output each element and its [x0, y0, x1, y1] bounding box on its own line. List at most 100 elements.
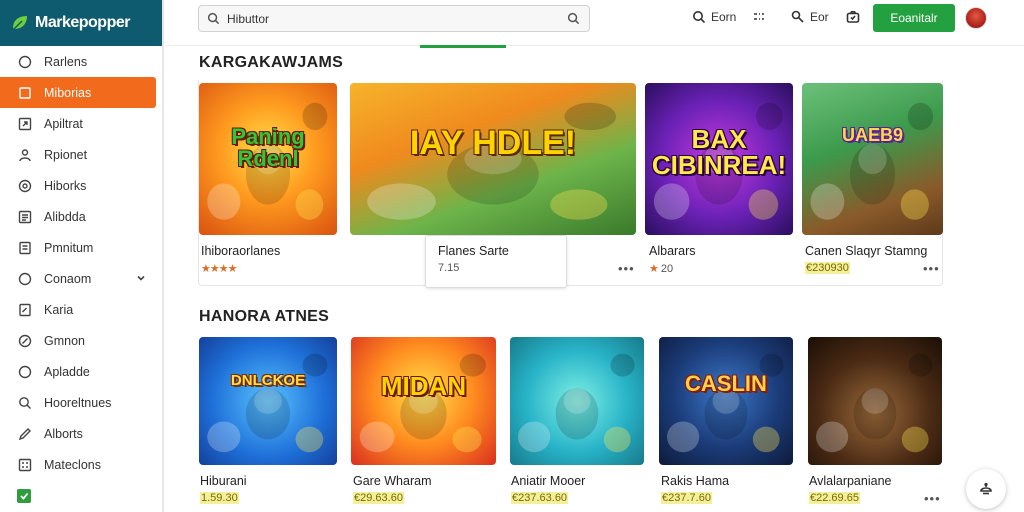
sidebar-item[interactable]: Conaom: [0, 263, 162, 294]
game-title[interactable]: Flanes Sarte: [438, 244, 509, 258]
game-card[interactable]: CASLIN Rakis Hama €237.7.60: [659, 337, 793, 512]
sidebar-item[interactable]: Pmnitum: [0, 232, 162, 263]
sidebar-item-label: Apladde: [44, 364, 90, 379]
search-input[interactable]: [221, 11, 567, 26]
sidebar-item-label: Conaom: [44, 271, 92, 286]
game-card[interactable]: Aniatir Mooer €237.63.60: [510, 337, 644, 512]
game-title[interactable]: Ihiboraorlanes: [201, 244, 280, 258]
game-title[interactable]: Hiburani: [200, 474, 247, 488]
circle-icon: [17, 271, 32, 286]
search-submit-icon[interactable]: [567, 12, 581, 26]
sidebar-item[interactable]: Apladde: [0, 356, 162, 387]
price-label: €237.63.60: [511, 492, 569, 504]
sidebar-item-label: Apiltrat: [44, 116, 83, 131]
sidebar-item[interactable]: Apiltrat: [0, 108, 162, 139]
game-thumbnail[interactable]: CASLIN: [659, 337, 793, 465]
circle-icon: [17, 54, 32, 69]
more-options-icon[interactable]: •••: [924, 491, 941, 506]
game-art-icon: [816, 353, 933, 453]
sidebar-item[interactable]: Miborias: [0, 77, 156, 108]
tool-search[interactable]: Eorn: [692, 10, 736, 24]
sidebar-item[interactable]: Gmnon: [0, 325, 162, 356]
more-options-icon[interactable]: •••: [923, 261, 940, 276]
rating-value: 20: [660, 263, 674, 275]
game-card[interactable]: DNLCKOE Hiburani 1.59.30: [199, 337, 337, 512]
sidebar-item[interactable]: Rarlens: [0, 46, 162, 77]
game-card[interactable]: BAX CIBINREA! Albarars ★ 20: [645, 83, 793, 295]
card-meta: 7.15: [438, 262, 460, 274]
brand[interactable]: Markepopper: [0, 0, 162, 46]
section-title: KARGAKAWJAMS: [199, 54, 344, 71]
sidebar-item-label: Alborts: [44, 426, 83, 441]
tool-camera[interactable]: [846, 10, 860, 24]
sidebar-item[interactable]: Karia: [0, 294, 162, 325]
game-title[interactable]: Gare Wharam: [353, 474, 432, 488]
square-icon: [17, 85, 32, 100]
price-label: 1.59.30: [200, 492, 239, 504]
game-thumbnail[interactable]: DNLCKOE: [199, 337, 337, 465]
price-value: €237.63.60: [511, 492, 569, 504]
search-box[interactable]: [198, 5, 590, 32]
avatar[interactable]: [965, 7, 987, 29]
sidebar-nav: Rarlens Miborias Apiltrat Rpionet Hiborks Ali…: [0, 46, 162, 480]
sidebar-item-label: Alibdda: [44, 209, 86, 224]
sidebar-item-label: Pmnitum: [44, 240, 94, 255]
topbar: Eorn Eor Eoanitalr: [166, 0, 1024, 48]
sidebar-item[interactable]: Alibdda: [0, 201, 162, 232]
more-options-icon[interactable]: •••: [618, 261, 635, 276]
camera-icon: [846, 11, 860, 23]
sidebar-item[interactable]: Hiborks: [0, 170, 162, 201]
chevron-down-icon[interactable]: [136, 272, 146, 282]
rating: ★ 20: [649, 262, 673, 275]
game-art-icon: [810, 102, 934, 220]
sidebar-item[interactable]: Alborts: [0, 418, 162, 449]
game-title[interactable]: Albarars: [649, 244, 696, 258]
sidebar-item-label: Hiborks: [44, 178, 87, 193]
price-label: €237.7.60: [661, 492, 712, 504]
game-thumbnail[interactable]: BAX CIBINREA!: [645, 83, 793, 235]
game-thumbnail[interactable]: [510, 337, 644, 465]
magnify-icon: [791, 10, 804, 23]
game-art-title: UAEB9: [841, 125, 903, 145]
game-card[interactable]: IAY HDLE! Flanes Sarte 7.15 •••: [350, 83, 636, 295]
price-label: €230930: [805, 262, 850, 274]
doc-edit-icon: [17, 302, 32, 317]
app-badge-icon[interactable]: [17, 489, 31, 503]
sidebar-item-label: Rarlens: [44, 54, 88, 69]
game-art-icon: [518, 353, 635, 453]
sidebar-item[interactable]: Hooreltnues: [0, 387, 162, 418]
price-value: 1.59.30: [200, 492, 239, 504]
chat-fab[interactable]: [966, 469, 1006, 509]
primary-action-button[interactable]: Eoanitalr: [873, 4, 955, 32]
sidebar-item-label: Hooreltnues: [44, 395, 112, 410]
price-value: €22.69.65: [809, 492, 860, 504]
star-icon: ★: [649, 263, 659, 275]
game-thumbnail[interactable]: MIDAN: [351, 337, 496, 465]
price-value: €29.63.60: [353, 492, 404, 504]
game-card[interactable]: Avlalarpaniane €22.69.65 •••: [808, 337, 942, 512]
price-label: €29.63.60: [353, 492, 404, 504]
game-title[interactable]: Aniatir Mooer: [511, 474, 585, 488]
sidebar-item[interactable]: Rpionet: [0, 139, 162, 170]
game-card[interactable]: Paning Rdenl Ihiboraorlanes ★★★★: [199, 83, 337, 295]
list-icon: [17, 209, 32, 224]
game-thumbnail[interactable]: [808, 337, 942, 465]
sidebar-item-label: Rpionet: [44, 147, 88, 162]
gamepad-icon: [17, 178, 32, 193]
pencil-icon: [17, 426, 32, 441]
tool-grid[interactable]: [752, 10, 766, 24]
game-card[interactable]: UAEB9 Canen Slaqyr Stamng €230930 •••: [802, 83, 943, 295]
game-thumbnail[interactable]: IAY HDLE!: [350, 83, 636, 235]
sidebar-item-label: Miborias: [44, 85, 92, 100]
game-card[interactable]: MIDAN Gare Wharam €29.63.60: [351, 337, 496, 512]
sidebar-item-label: Gmnon: [44, 333, 85, 348]
tool-find[interactable]: Eor: [791, 10, 829, 24]
game-art-title: BAX CIBINREA!: [651, 124, 787, 180]
game-thumbnail[interactable]: UAEB9: [802, 83, 943, 235]
game-art-title: MIDAN: [380, 371, 467, 401]
game-thumbnail[interactable]: Paning Rdenl: [199, 83, 337, 235]
game-title[interactable]: Rakis Hama: [661, 474, 729, 488]
sidebar-item[interactable]: Mateclons: [0, 449, 162, 480]
game-title[interactable]: Canen Slaqyr Stamng: [805, 244, 927, 258]
game-title[interactable]: Avlalarpaniane: [809, 474, 891, 488]
